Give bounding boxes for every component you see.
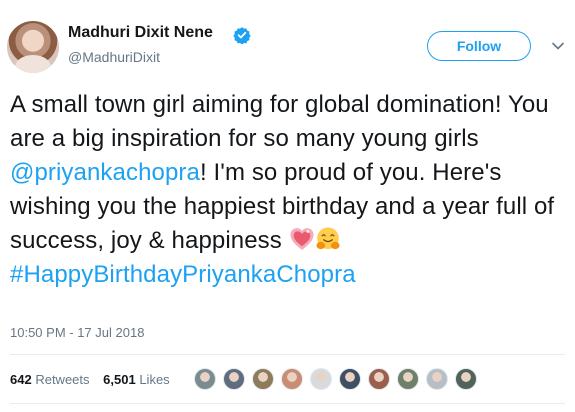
divider [10, 354, 565, 355]
liker-avatar[interactable] [368, 368, 390, 390]
liker-avatar[interactable] [310, 368, 332, 390]
tweet-text-part: A small town girl aiming for global domi… [10, 91, 549, 152]
author-handle[interactable]: @MadhuriDixit [68, 49, 160, 65]
retweets-label: Retweets [35, 372, 90, 387]
liker-avatar[interactable] [194, 368, 216, 390]
liker-avatar[interactable] [397, 368, 419, 390]
author-avatar[interactable] [7, 21, 59, 73]
tweet-timestamp[interactable]: 10:50 PM - 17 Jul 2018 [10, 325, 144, 340]
author-name[interactable]: Madhuri Dixit Nene [68, 24, 213, 42]
likes-label: Likes [139, 372, 170, 387]
hugging-face-emoji [316, 227, 340, 250]
mention-link[interactable]: @priyankachopra [10, 159, 200, 186]
likes-stat[interactable]: 6,501 Likes [103, 372, 170, 387]
follow-button[interactable]: Follow [427, 31, 531, 61]
verified-badge-icon [233, 27, 251, 44]
sparkling-heart-emoji [290, 228, 314, 250]
liker-avatar[interactable] [281, 368, 303, 390]
liker-avatar[interactable] [223, 368, 245, 390]
liker-avatar[interactable] [252, 368, 274, 390]
likes-count: 6,501 [103, 372, 136, 387]
retweets-count: 642 [10, 372, 32, 387]
liker-avatars [194, 366, 484, 392]
liker-avatar[interactable] [455, 368, 477, 390]
tweet-stats: 642 Retweets 6,501 Likes [10, 372, 180, 387]
chevron-down-icon[interactable] [551, 39, 565, 53]
divider [10, 403, 565, 404]
retweets-stat[interactable]: 642 Retweets [10, 372, 90, 387]
hashtag-link[interactable]: #HappyBirthdayPriyankaChopra [10, 261, 356, 288]
liker-avatar[interactable] [426, 368, 448, 390]
liker-avatar[interactable] [339, 368, 361, 390]
tweet-text: A small town girl aiming for global domi… [10, 88, 558, 292]
